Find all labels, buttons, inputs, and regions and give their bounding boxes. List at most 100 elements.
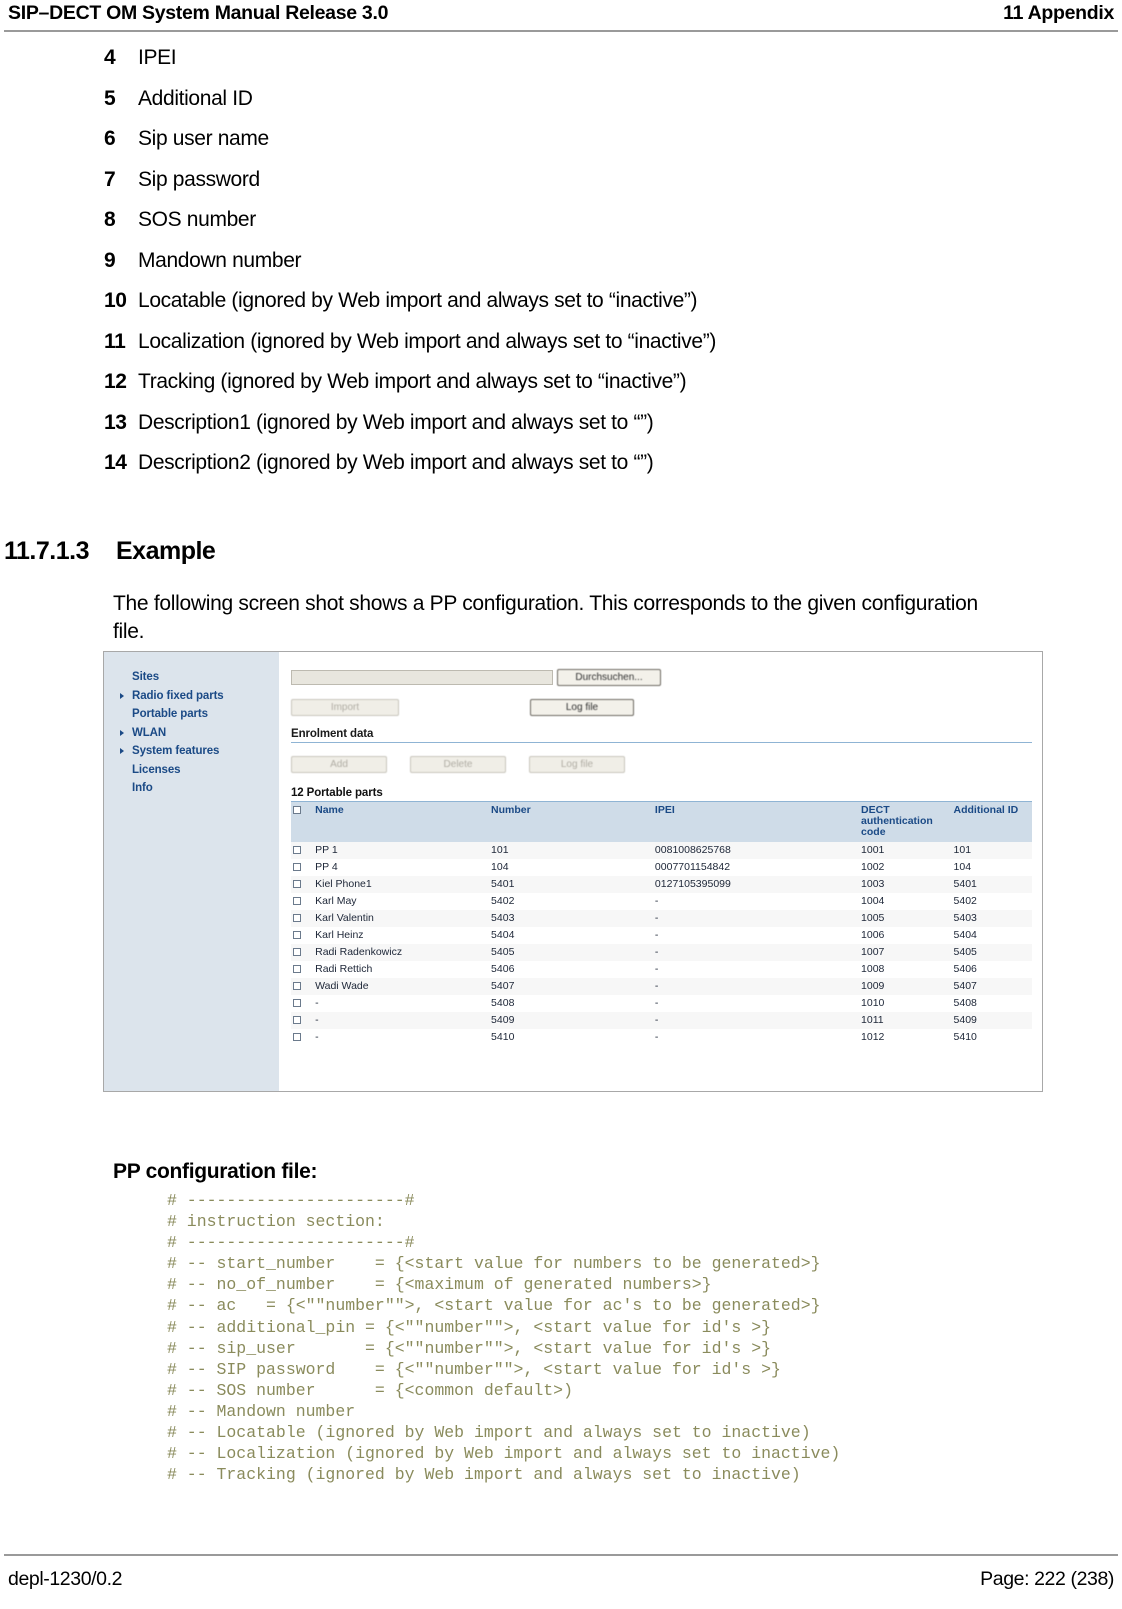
sidebar-item-info[interactable]: Info [104,779,279,798]
cell-addid: 5405 [951,944,1032,961]
checkbox-icon[interactable] [293,965,301,974]
file-path-input[interactable] [291,669,553,685]
row-checkbox-cell[interactable] [291,944,314,961]
table-row[interactable]: PP 4 104 0007701154842 1002 104 [291,859,1032,876]
footer-divider [4,1554,1118,1556]
row-checkbox-cell[interactable] [291,978,314,995]
checkbox-icon[interactable] [293,1033,301,1042]
select-all-header[interactable] [291,802,314,842]
cell-number: 5405 [489,944,653,961]
table-row[interactable]: Radi Radenkowicz 5405-1007 5405 [291,944,1032,961]
cell-number: 5408 [489,995,653,1012]
cell-name: - [313,1029,490,1046]
cell-name: Karl Heinz [313,927,490,944]
checkbox-icon[interactable] [293,863,301,872]
cell-number: 5410 [489,1029,653,1046]
sidebar-item-sites[interactable]: Sites [104,668,279,687]
checkbox-icon[interactable] [293,846,301,855]
list-item: 6 Sip user name [0,127,1122,168]
table-row[interactable]: Karl Heinz 5404-1006 5404 [291,927,1032,944]
add-button[interactable]: Add [291,755,387,773]
expand-arrow-icon[interactable] [120,692,124,699]
column-header-dect-auth-code[interactable]: DECT authentication code [859,802,952,842]
cell-addid: 5401 [951,876,1032,893]
sidebar-item-label: System features [132,745,220,758]
table-row[interactable]: Wadi Wade 5407-1009 5407 [291,978,1032,995]
list-item-label: Tracking (ignored by Web import and alwa… [138,370,687,393]
cell-dect: 1005 [859,910,952,927]
checkbox-icon[interactable] [293,1016,301,1025]
checkbox-icon[interactable] [293,948,301,957]
cell-number: 101 [489,842,653,859]
checkbox-icon[interactable] [293,931,301,940]
section-title: Example [116,537,216,565]
table-row[interactable]: -5408-1010 5408 [291,995,1032,1012]
row-checkbox-cell[interactable] [291,876,314,893]
column-header-number[interactable]: Number [489,802,653,842]
cell-number: 5407 [489,978,653,995]
list-item-number: 14 [104,451,127,474]
checkbox-icon[interactable] [293,999,301,1008]
row-checkbox-cell[interactable] [291,893,314,910]
header-chapter-title: 11 Appendix [1003,2,1114,24]
checkbox-icon[interactable] [293,806,301,815]
checkbox-icon[interactable] [293,914,301,923]
header-divider [4,30,1118,32]
column-header-additional-id[interactable]: Additional ID [951,802,1032,842]
portable-parts-count: 12 Portable parts [291,787,383,799]
row-checkbox-cell[interactable] [291,859,314,876]
sidebar-item-radio-fixed-parts[interactable]: Radio fixed parts [104,687,279,706]
cell-ipei: - [652,893,860,910]
sidebar-item-portable-parts[interactable]: Portable parts [104,705,279,724]
cell-addid: 5410 [951,1029,1032,1046]
sidebar-item-wlan[interactable]: WLAN [104,724,279,743]
table-row[interactable]: Radi Rettich 5406-1008 5406 [291,961,1032,978]
footer-page-number: Page: 222 (238) [980,1568,1114,1590]
import-button[interactable]: Import [291,698,399,716]
sidebar-item-system-features[interactable]: System features [104,742,279,761]
table-row[interactable]: -5410-1012 5410 [291,1029,1032,1046]
table-row[interactable]: Kiel Phone1 5401 0127105395099 1003 5401 [291,876,1032,893]
delete-button[interactable]: Delete [410,755,506,773]
cell-addid: 101 [951,842,1032,859]
row-checkbox-cell[interactable] [291,995,314,1012]
log-file-button-bottom[interactable]: Log file [529,755,625,773]
row-checkbox-cell[interactable] [291,910,314,927]
row-checkbox-cell[interactable] [291,1029,314,1046]
table-row[interactable]: Karl May 5402-1004 5402 [291,893,1032,910]
table-row[interactable]: PP 1 101 0081008625768 1001 101 [291,842,1032,859]
numbered-list: 4 IPEI 5 Additional ID 6 Sip user name 7 Sip pa… [0,46,1122,492]
expand-arrow-icon[interactable] [120,729,124,736]
checkbox-icon[interactable] [293,982,301,991]
column-header-name[interactable]: Name [313,802,490,842]
list-item-number: 7 [104,167,116,191]
table-row[interactable]: -5409-1011 5409 [291,1012,1032,1029]
row-checkbox-cell[interactable] [291,842,314,859]
cell-addid: 5407 [951,978,1032,995]
cell-number: 5404 [489,927,653,944]
cell-dect: 1009 [859,978,952,995]
list-item-label: SOS number [138,208,256,231]
browse-button[interactable]: Durchsuchen... [557,668,661,686]
row-checkbox-cell[interactable] [291,1012,314,1029]
sidebar-item-licenses[interactable]: Licenses [104,761,279,780]
list-item-label: Locatable (ignored by Web import and alw… [138,289,698,312]
list-item-number: 4 [104,46,116,69]
cell-dect: 1012 [859,1029,952,1046]
checkbox-icon[interactable] [293,897,301,906]
header-document-title: SIP–DECT OM System Manual Release 3.0 [8,2,389,24]
list-item-label: Mandown number [138,248,302,272]
cell-name: PP 4 [313,859,490,876]
cell-ipei: - [652,910,860,927]
cell-dect: 1011 [859,1012,952,1029]
column-header-ipei[interactable]: IPEI [652,802,860,842]
table-row[interactable]: Karl Valentin 5403-1005 5403 [291,910,1032,927]
cell-ipei: - [652,978,860,995]
log-file-button-top[interactable]: Log file [530,698,634,716]
sidebar-item-label: Licenses [132,763,181,776]
row-checkbox-cell[interactable] [291,927,314,944]
row-checkbox-cell[interactable] [291,961,314,978]
cell-dect: 1003 [859,876,952,893]
expand-arrow-icon[interactable] [120,748,124,754]
checkbox-icon[interactable] [293,880,301,889]
